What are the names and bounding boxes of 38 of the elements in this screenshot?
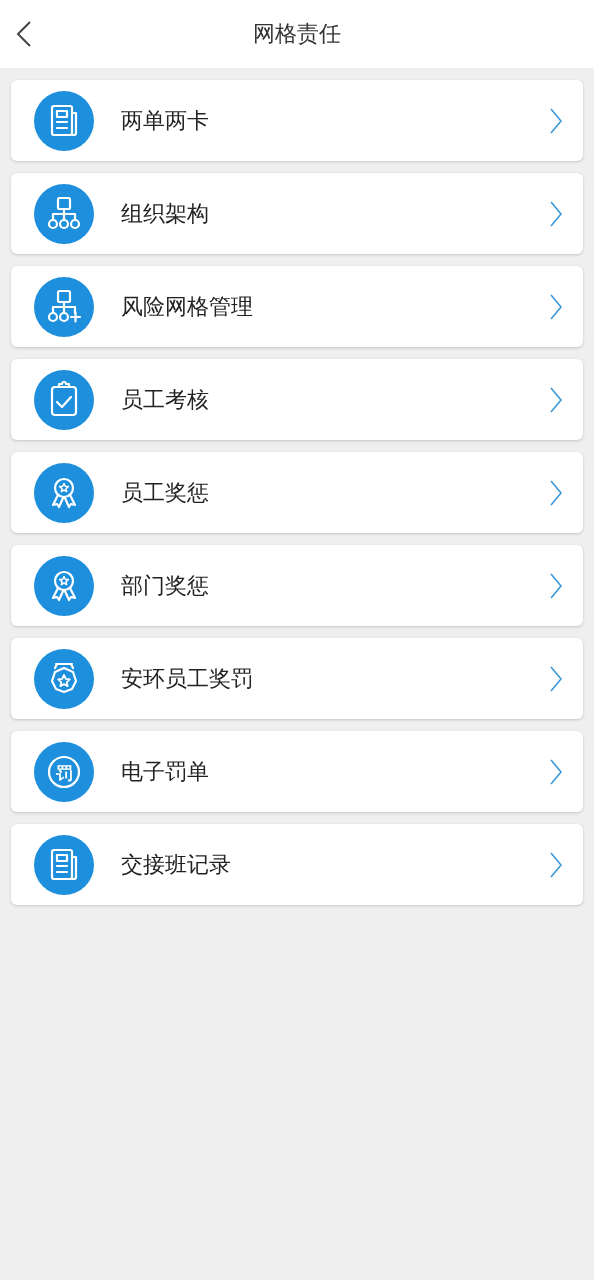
menu-label: 安环员工奖罚	[121, 664, 254, 693]
chevron-right-icon	[549, 385, 563, 414]
chevron-right-icon	[549, 850, 563, 879]
menu-item[interactable]: 部门奖惩	[11, 545, 583, 626]
menu-item[interactable]: 罚 电子罚单	[11, 731, 583, 812]
document-icon	[34, 834, 94, 895]
menu-label: 风险网格管理	[121, 292, 254, 321]
icon-label: 罚	[55, 762, 73, 782]
menu-item[interactable]: 交接班记录	[11, 824, 583, 905]
chevron-right-icon	[549, 292, 563, 321]
menu-label: 交接班记录	[121, 850, 232, 879]
chevron-right-icon	[549, 664, 563, 693]
medal-icon	[34, 462, 94, 523]
chevron-right-icon	[549, 478, 563, 507]
chevron-right-icon	[549, 199, 563, 228]
menu-label: 员工考核	[121, 385, 210, 414]
chevron-right-icon	[549, 106, 563, 135]
chevron-right-icon	[549, 757, 563, 786]
menu-label: 两单两卡	[121, 106, 210, 135]
menu-item[interactable]: 安环员工奖罚	[11, 638, 583, 719]
star-badge-icon	[34, 648, 94, 709]
menu-label: 部门奖惩	[121, 571, 210, 600]
menu-item[interactable]: 员工奖惩	[11, 452, 583, 533]
back-icon[interactable]	[14, 20, 34, 48]
medal-icon	[34, 555, 94, 616]
menu-label: 组织架构	[121, 199, 210, 228]
menu-item[interactable]: 员工考核	[11, 359, 583, 440]
org-chart-plus-icon	[34, 276, 94, 337]
org-chart-icon	[34, 183, 94, 244]
menu-label: 电子罚单	[121, 757, 210, 786]
chevron-right-icon	[549, 571, 563, 600]
document-icon	[34, 90, 94, 151]
menu-item[interactable]: 组织架构	[11, 173, 583, 254]
menu-item[interactable]: 两单两卡	[11, 80, 583, 161]
clipboard-check-icon	[34, 369, 94, 430]
menu-item[interactable]: 风险网格管理	[11, 266, 583, 347]
menu-label: 员工奖惩	[121, 478, 210, 507]
page-title: 网格责任	[253, 20, 341, 48]
